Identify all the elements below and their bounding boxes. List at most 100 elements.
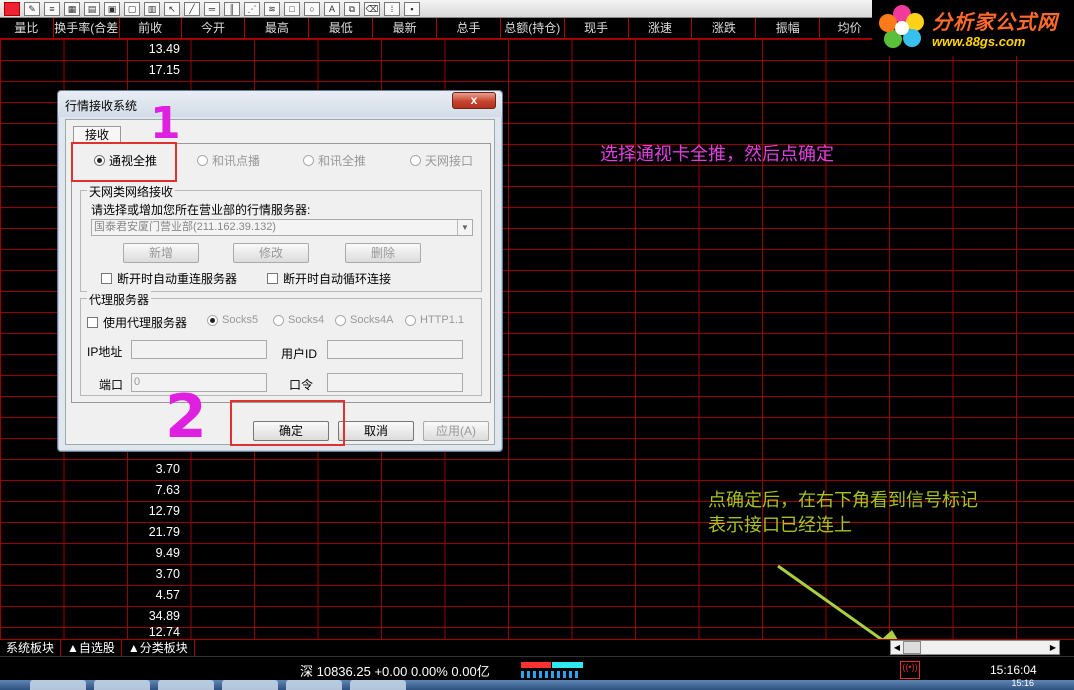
col-header[interactable]: 涨速 (629, 18, 693, 39)
radio-socks4a[interactable]: Socks4A (335, 314, 393, 326)
table-cell[interactable]: 12.74 (120, 627, 182, 638)
checkbox-label: 断开时自动循环连接 (283, 272, 392, 286)
col-header[interactable]: 总额(持仓) (501, 18, 565, 39)
taskbar-app-button[interactable] (30, 680, 86, 690)
table-cell[interactable]: 17.15 (120, 60, 182, 81)
table-cell[interactable]: 3.70 (120, 564, 182, 585)
col-header[interactable]: 最高 (245, 18, 310, 39)
col-header[interactable]: 现手 (565, 18, 629, 39)
password-label: 口令 (289, 378, 314, 392)
table-cell[interactable]: 3.70 (120, 459, 182, 480)
col-header[interactable]: 涨跌 (692, 18, 757, 39)
taskbar-app-button[interactable] (222, 680, 278, 690)
horizontal-scrollbar[interactable]: ◀ ▶ (890, 640, 1060, 655)
edit-server-button[interactable]: 修改 (233, 243, 309, 263)
table-cell[interactable]: 4.57 (120, 585, 182, 606)
radio-label: Socks4A (350, 314, 394, 326)
tab-system-sectors[interactable]: 系统板块 (0, 640, 62, 656)
text-tool-icon[interactable]: A (324, 1, 340, 16)
hline-tool-icon[interactable]: ═ (204, 1, 220, 16)
col-header[interactable]: 量比 (0, 18, 54, 39)
ip-field[interactable] (131, 340, 267, 359)
delete-server-button[interactable]: 删除 (345, 243, 421, 263)
dots-icon[interactable]: ⁞ (384, 1, 400, 16)
checkbox-label: 使用代理服务器 (103, 316, 188, 330)
group-label: 天网类网络接收 (87, 183, 176, 200)
table-cell[interactable]: 34.89 (120, 606, 182, 627)
circle-tool-icon[interactable]: ○ (304, 1, 320, 16)
list-icon[interactable]: ≡ (44, 1, 60, 16)
step2-annotation-line2: 表示接口已经连上 (708, 515, 852, 535)
rect-tool-icon[interactable]: □ (284, 1, 300, 16)
radio-dot (273, 314, 284, 326)
col-header[interactable]: 今开 (182, 18, 246, 39)
dialog-titlebar[interactable]: 行情接收系统 x (58, 91, 502, 117)
table-cell[interactable]: 12.79 (120, 501, 182, 522)
highlight-box-step2 (230, 400, 345, 446)
radio-http11[interactable]: HTTP1.1 (405, 314, 464, 326)
cursor-icon[interactable]: ↖ (164, 1, 180, 16)
radio-label: 和讯点播 (212, 154, 261, 168)
password-field[interactable] (327, 373, 463, 392)
col-header[interactable]: 总手 (437, 18, 501, 39)
radio-hexun-ondemand[interactable]: 和讯点播 (197, 152, 260, 169)
taskbar-app-button[interactable] (94, 680, 150, 690)
taskbar-app-button[interactable] (158, 680, 214, 690)
col-header[interactable]: 振幅 (756, 18, 821, 39)
radio-hexun-push[interactable]: 和讯全推 (303, 152, 366, 169)
vline-tool-icon[interactable]: ║ (224, 1, 240, 16)
scrollbar-thumb[interactable] (903, 641, 921, 654)
tab-category-sectors[interactable]: ▲分类板块 (122, 640, 195, 656)
line-tool-icon[interactable]: ╱ (184, 1, 200, 16)
network-groupbox: 天网类网络接收 请选择或增加您所在营业部的行情服务器: 国泰君安厦门营业部(21… (80, 183, 482, 292)
auto-reconnect-checkbox[interactable]: 断开时自动重连服务器 (101, 270, 237, 287)
radio-tianwang[interactable]: 天网接口 (410, 152, 473, 169)
table-cell[interactable]: 9.49 (120, 543, 182, 564)
auto-cycle-checkbox[interactable]: 断开时自动循环连接 (267, 270, 391, 287)
server-select[interactable]: 国泰君安厦门营业部(211.162.39.132) ▼ (91, 219, 473, 236)
chart-icon[interactable]: ▥ (144, 1, 160, 16)
save-icon[interactable]: ▪ (404, 1, 420, 16)
proxy-groupbox: 代理服务器 使用代理服务器 Socks5 Socks4 Socks4A HTTP… (80, 291, 482, 396)
signal-icon[interactable]: ((•)) (900, 661, 920, 679)
taskbar-app-button[interactable] (350, 680, 406, 690)
fan-tool-icon[interactable]: ⋰ (244, 1, 260, 16)
add-server-button[interactable]: 新增 (123, 243, 199, 263)
use-proxy-checkbox[interactable]: 使用代理服务器 (87, 314, 187, 331)
table-cell[interactable]: 7.63 (120, 480, 182, 501)
taskbar-app-button[interactable] (286, 680, 342, 690)
radio-label: HTTP1.1 (420, 314, 465, 326)
checkbox-label: 断开时自动重连服务器 (117, 272, 238, 286)
doc-icon[interactable]: ▢ (124, 1, 140, 16)
scroll-right-icon[interactable]: ▶ (1047, 641, 1059, 654)
table-cell[interactable]: 13.49 (120, 39, 182, 60)
radio-socks4[interactable]: Socks4 (273, 314, 324, 326)
col-header[interactable]: 最低 (309, 18, 374, 39)
cancel-button[interactable]: 取消 (338, 421, 414, 441)
user-id-field[interactable] (327, 340, 463, 359)
col-header[interactable]: 最新 (373, 18, 438, 39)
tab-watchlist[interactable]: ▲自选股 (61, 640, 122, 656)
col-header[interactable]: 换手率(合差 (54, 18, 120, 39)
alarm-icon[interactable] (4, 1, 20, 16)
window-icon[interactable]: ▣ (104, 1, 120, 16)
port-label: 端口 (99, 378, 124, 392)
status-bar: 深 10836.25 +0.00 0.00% 0.00亿 ((•)) 15:16… (0, 656, 1074, 680)
table-icon[interactable]: ▦ (64, 1, 80, 16)
server-prompt: 请选择或增加您所在营业部的行情服务器: (91, 203, 311, 217)
step2-mark: 2 (165, 382, 207, 452)
radio-socks5[interactable]: Socks5 (207, 314, 258, 326)
chevron-down-icon[interactable]: ▼ (457, 220, 472, 235)
close-button[interactable]: x (452, 92, 496, 109)
checkbox-box (101, 273, 112, 284)
erase-icon[interactable]: ⌫ (364, 1, 380, 16)
channel-tool-icon[interactable]: ≋ (264, 1, 280, 16)
table-cell[interactable]: 21.79 (120, 522, 182, 543)
edit-icon[interactable]: ✎ (24, 1, 40, 16)
col-header[interactable]: 前收 (120, 18, 182, 39)
scroll-left-icon[interactable]: ◀ (891, 641, 903, 654)
grid-icon[interactable]: ▤ (84, 1, 100, 16)
copy-icon[interactable]: ⧉ (344, 1, 360, 16)
step1-annotation: 选择通视卡全推，然后点确定 (600, 144, 834, 164)
apply-button[interactable]: 应用(A) (423, 421, 489, 441)
